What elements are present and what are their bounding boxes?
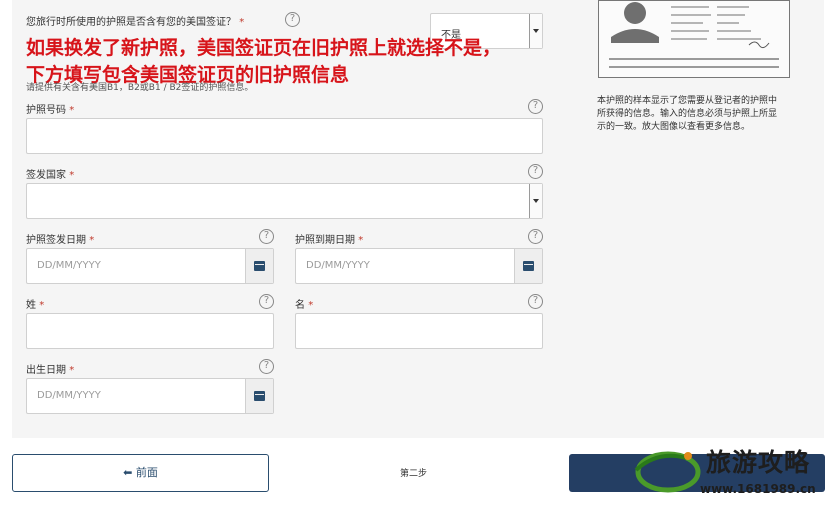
calendar-button[interactable] bbox=[245, 379, 273, 413]
expiry-date-input[interactable]: DD/MM/YYYY bbox=[295, 248, 543, 284]
issue-date-label: 护照签发日期 * bbox=[26, 235, 95, 246]
watermark-logo bbox=[634, 451, 701, 493]
help-icon[interactable]: ? bbox=[259, 359, 274, 374]
passport-sample-note: 本护照的样本显示了您需要从登记者的护照中所获得的信息。输入的信息必须与护照上所显… bbox=[597, 96, 778, 132]
birth-date-input[interactable]: DD/MM/YYYY bbox=[26, 378, 274, 414]
given-name-label: 名 * bbox=[295, 300, 314, 311]
instruction-text: 请提供有关含有美国B1，B2或B1 / B2签证的护照信息。 bbox=[26, 83, 254, 93]
help-icon[interactable]: ? bbox=[528, 164, 543, 179]
expiry-date-label: 护照到期日期 * bbox=[295, 235, 364, 246]
annotation-line-1: 如果换发了新护照，美国签证页在旧护照上就选择不是， bbox=[26, 37, 502, 59]
surname-label: 姓 * bbox=[26, 300, 45, 311]
watermark-text: 旅游攻略 bbox=[706, 448, 811, 477]
passport-sample-image bbox=[598, 0, 790, 78]
passport-number-input[interactable] bbox=[26, 118, 543, 154]
help-icon[interactable]: ? bbox=[285, 12, 300, 27]
issuing-country-select[interactable] bbox=[26, 183, 543, 219]
step-indicator: 第二步 bbox=[400, 469, 428, 479]
passport-number-label: 护照号码 * bbox=[26, 105, 75, 116]
calendar-button[interactable] bbox=[245, 249, 273, 283]
help-icon[interactable]: ? bbox=[528, 294, 543, 309]
calendar-icon bbox=[254, 261, 265, 271]
help-icon[interactable]: ? bbox=[528, 229, 543, 244]
surname-input[interactable] bbox=[26, 313, 274, 349]
help-icon[interactable]: ? bbox=[528, 99, 543, 114]
calendar-icon bbox=[254, 391, 265, 401]
issuing-country-label: 签发国家 * bbox=[26, 170, 75, 181]
previous-button[interactable]: ⬅ 前面 bbox=[12, 454, 269, 492]
visa-question-label: 您旅行时所使用的护照是否含有您的美国签证？ * bbox=[26, 17, 245, 28]
issue-date-input[interactable]: DD/MM/YYYY bbox=[26, 248, 274, 284]
birth-date-label: 出生日期 * bbox=[26, 365, 75, 376]
calendar-button[interactable] bbox=[514, 249, 542, 283]
help-icon[interactable]: ? bbox=[259, 229, 274, 244]
chevron-down-icon[interactable] bbox=[529, 14, 542, 48]
watermark-url: www.1681989.cn bbox=[700, 482, 816, 496]
help-icon[interactable]: ? bbox=[259, 294, 274, 309]
given-name-input[interactable] bbox=[295, 313, 543, 349]
passport-sample-graphic bbox=[609, 2, 779, 68]
chevron-down-icon[interactable] bbox=[529, 184, 542, 218]
calendar-icon bbox=[523, 261, 534, 271]
